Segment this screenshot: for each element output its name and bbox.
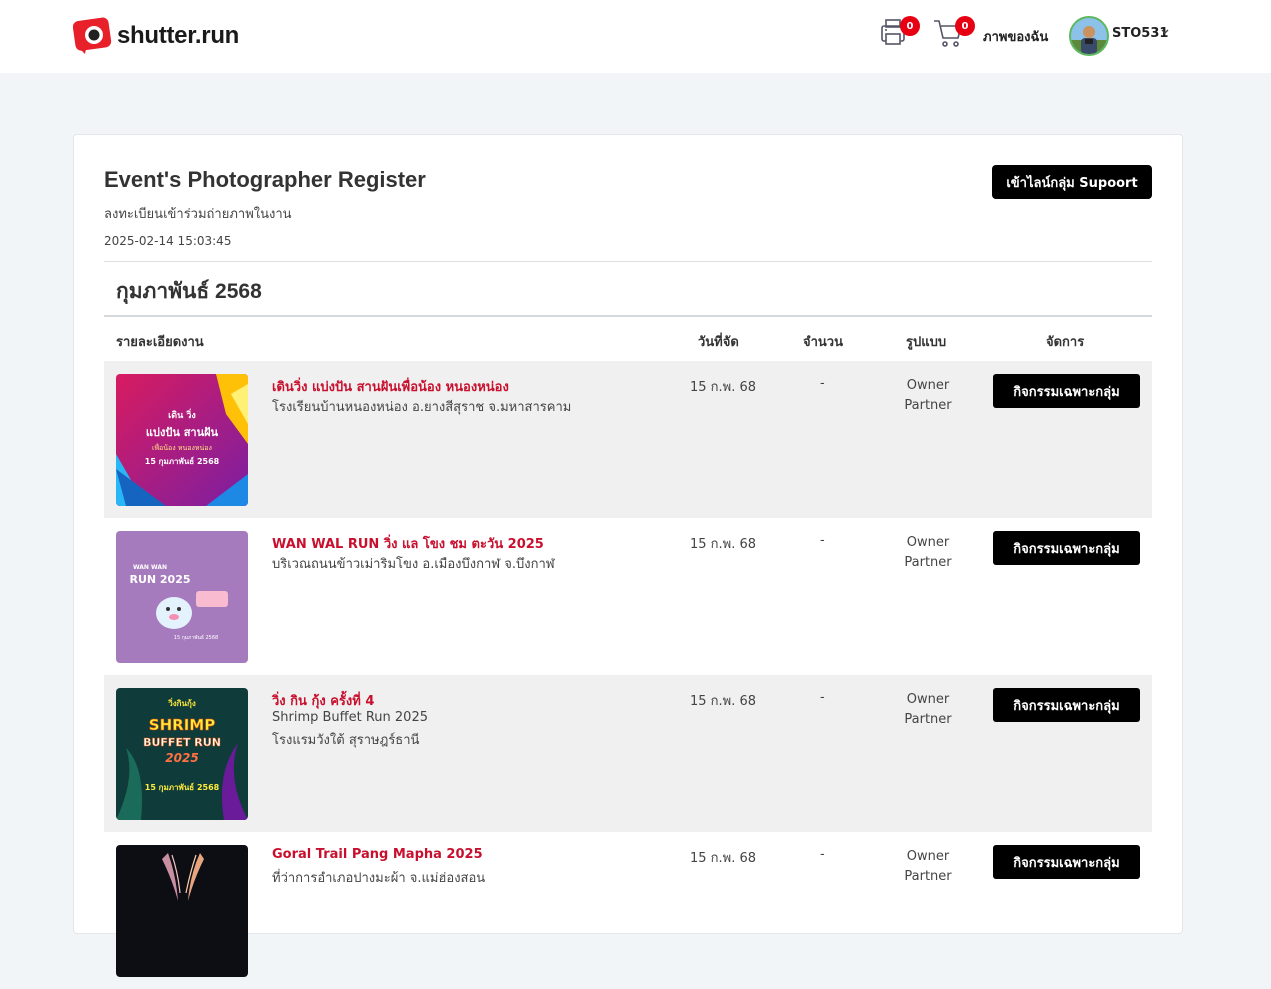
top-header: shutter.run 0 0 ภาพของฉัน STO531 xyxy=(0,0,1271,73)
poster-text: RUN 2025 xyxy=(129,573,190,586)
table-header: รายละเอียดงาน วันที่จัด จำนวน รูปแบบ จัด… xyxy=(104,331,1152,351)
type-owner: Owner xyxy=(906,535,950,550)
join-line-support-button[interactable]: เข้าไลน์กลุ่ม Supoort xyxy=(992,165,1152,199)
page-subtitle: ลงทะเบียนเข้าร่วมถ่ายภาพในงาน xyxy=(104,207,292,222)
header-type: รูปแบบ xyxy=(906,335,947,350)
event-date: 15 ก.พ. 68 xyxy=(690,851,757,866)
print-count-badge: 0 xyxy=(900,16,920,36)
type-owner: Owner xyxy=(906,849,950,864)
event-title-link[interactable]: เดินวิ่ง แบ่งปัน สานฝันเพื่อน้อง หนองหน่… xyxy=(272,376,509,397)
avatar[interactable] xyxy=(1069,16,1109,56)
table-row: เดิน วิ่ง แบ่งปัน สานฝัน เพื่อน้อง หนองห… xyxy=(104,361,1152,518)
table-row: Goral Trail Pang Mapha 2025 ที่ว่าการอำเ… xyxy=(104,832,1152,989)
type-partner: Partner xyxy=(904,555,952,570)
type-partner: Partner xyxy=(904,712,952,727)
register-card: Event's Photographer Register ลงทะเบียนเ… xyxy=(73,134,1183,977)
username[interactable]: STO531 xyxy=(1112,26,1168,41)
event-type: Owner Partner xyxy=(898,533,958,573)
event-location: บริเวณถนนข้าวเม่าริมโขง อ.เมืองบึงกาฬ จ.… xyxy=(272,557,555,572)
chevron-down-icon[interactable] xyxy=(1161,29,1169,35)
private-group-button[interactable]: กิจกรรมเฉพาะกลุ่ม xyxy=(993,688,1140,722)
event-date: 15 ก.พ. 68 xyxy=(690,694,757,709)
cart-button[interactable]: 0 xyxy=(932,16,975,53)
event-poster[interactable] xyxy=(116,845,248,977)
month-heading: กุมภาพันธ์ 2568 xyxy=(116,280,262,303)
poster-text: WAN WAN xyxy=(133,564,167,571)
event-type: Owner Partner xyxy=(898,376,958,416)
header-manage: จัดการ xyxy=(1046,335,1085,350)
divider xyxy=(104,315,1152,317)
type-owner: Owner xyxy=(906,378,950,393)
poster-text: 15 กุมภาพันธ์ 2568 xyxy=(145,456,220,467)
event-count: - xyxy=(820,847,825,862)
event-type: Owner Partner xyxy=(898,690,958,730)
event-count: - xyxy=(820,690,825,705)
event-location: โรงแรมวังใต้ สุราษฎร์ธานี xyxy=(272,733,420,748)
page-timestamp: 2025-02-14 15:03:45 xyxy=(104,234,232,248)
camera-logo-icon xyxy=(72,16,113,56)
event-poster[interactable]: วิ่งกินกุ้ง SHRIMP BUFFET RUN 2025 15 กุ… xyxy=(116,688,248,820)
event-title-link[interactable]: วิ่ง กิน กุ้ง ครั้งที่ 4 xyxy=(272,690,374,711)
event-title-link[interactable]: WAN WAL RUN วิ่ง แล โขง ชม ตะวัน 2025 xyxy=(272,533,544,554)
event-poster[interactable]: WAN WAN RUN 2025 15 กุมภาพันธ์ 2568 xyxy=(116,531,248,663)
poster-text: 15 กุมภาพันธ์ 2568 xyxy=(174,634,218,641)
poster-text: เพื่อน้อง หนองหน่อง xyxy=(152,443,212,452)
event-type: Owner Partner xyxy=(898,847,958,887)
logo[interactable]: shutter.run xyxy=(72,16,240,56)
event-date: 15 ก.พ. 68 xyxy=(690,537,757,552)
event-date: 15 ก.พ. 68 xyxy=(690,380,757,395)
logo-text: shutter.run xyxy=(117,22,240,49)
event-subtitle: Shrimp Buffet Run 2025 xyxy=(272,710,428,725)
poster-text: SHRIMP xyxy=(149,716,215,734)
poster-text: 15 กุมภาพันธ์ 2568 xyxy=(145,782,220,793)
divider xyxy=(104,261,1152,262)
poster-text: วิ่งกินกุ้ง xyxy=(168,697,196,709)
table-row: วิ่งกินกุ้ง SHRIMP BUFFET RUN 2025 15 กุ… xyxy=(104,675,1152,832)
header-count: จำนวน xyxy=(803,335,843,350)
event-location: ที่ว่าการอำเภอปางมะผ้า จ.แม่ฮ่องสอน xyxy=(272,871,486,886)
private-group-button[interactable]: กิจกรรมเฉพาะกลุ่ม xyxy=(993,531,1140,565)
type-partner: Partner xyxy=(904,869,952,884)
private-group-button[interactable]: กิจกรรมเฉพาะกลุ่ม xyxy=(993,374,1140,408)
page-title: Event's Photographer Register xyxy=(104,167,426,192)
private-group-button[interactable]: กิจกรรมเฉพาะกลุ่ม xyxy=(993,845,1140,879)
event-poster[interactable]: เดิน วิ่ง แบ่งปัน สานฝัน เพื่อน้อง หนองห… xyxy=(116,374,248,506)
svg-text:2025: 2025 xyxy=(165,751,198,765)
header-date: วันที่จัด xyxy=(698,335,739,350)
poster-text: แบ่งปัน สานฝัน xyxy=(146,426,219,439)
type-owner: Owner xyxy=(906,692,950,707)
type-partner: Partner xyxy=(904,398,952,413)
table-row: WAN WAN RUN 2025 15 กุมภาพันธ์ 2568 WAN … xyxy=(104,518,1152,675)
print-queue-button[interactable]: 0 xyxy=(879,16,920,51)
poster-text: BUFFET RUN xyxy=(143,736,221,749)
my-photos-link[interactable]: ภาพของฉัน xyxy=(983,26,1048,47)
event-title-link[interactable]: Goral Trail Pang Mapha 2025 xyxy=(272,847,483,862)
event-count: - xyxy=(820,533,825,548)
cart-count-badge: 0 xyxy=(955,16,975,36)
header-detail: รายละเอียดงาน xyxy=(116,335,204,350)
event-count: - xyxy=(820,376,825,391)
event-location: โรงเรียนบ้านหนองหน่อง อ.ยางสีสุราช จ.มหา… xyxy=(272,400,572,415)
